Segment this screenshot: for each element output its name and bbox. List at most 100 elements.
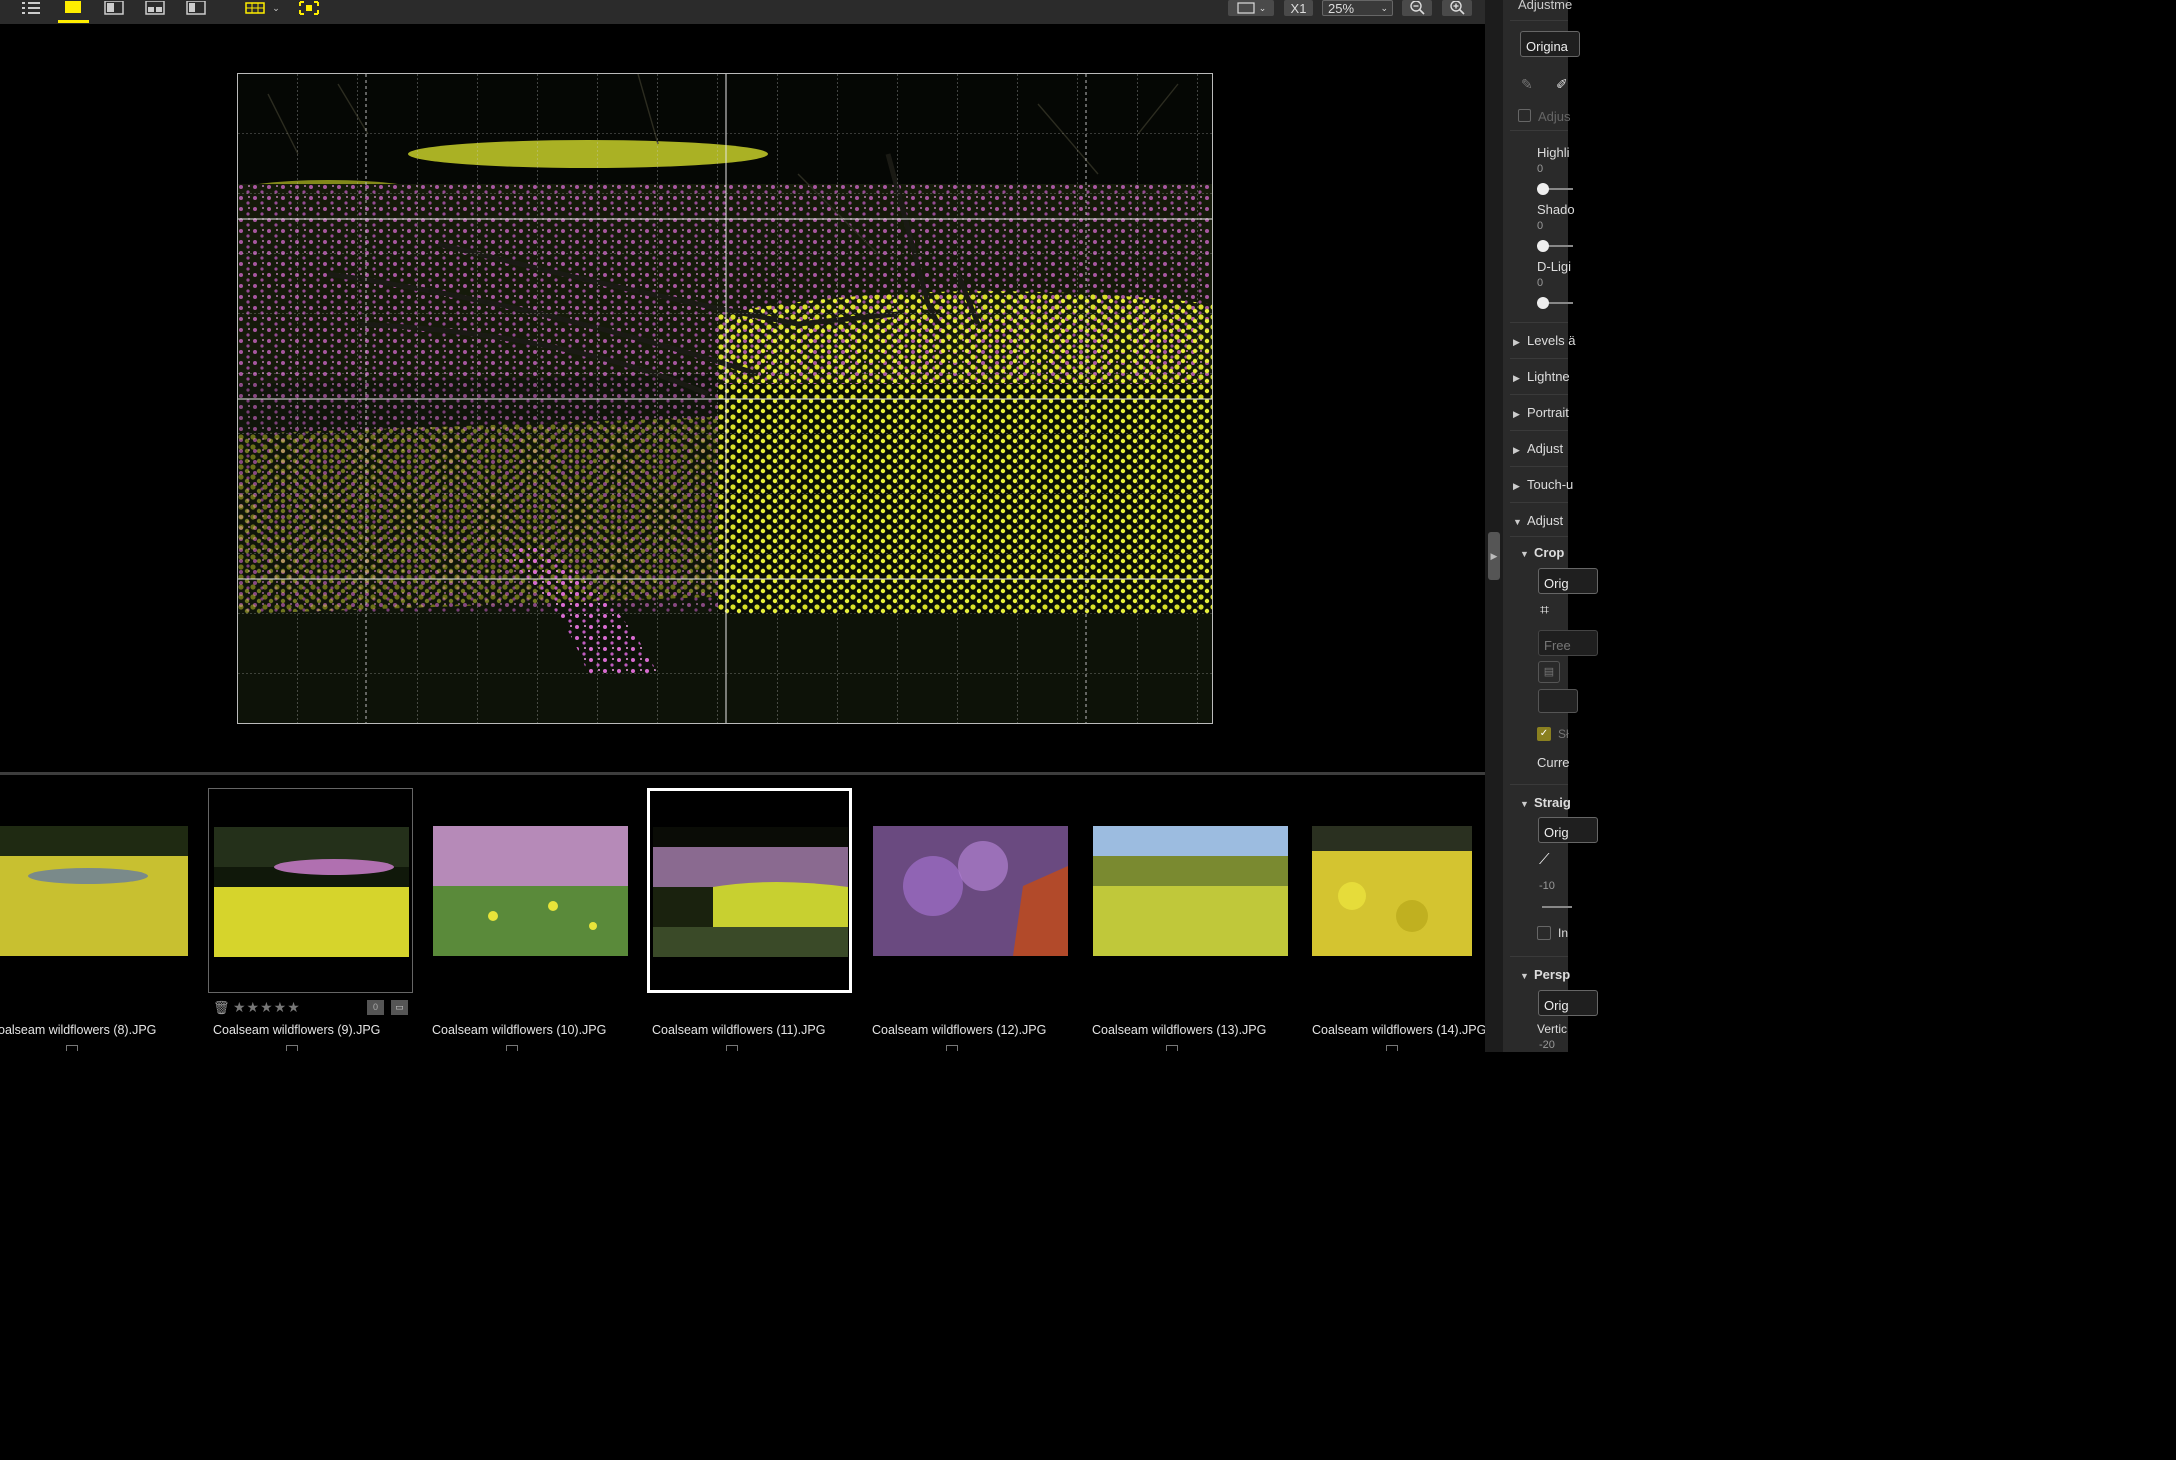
chevron-right-icon: ▶ xyxy=(1513,373,1520,383)
file-type-icon xyxy=(726,1045,738,1051)
adjust-checkbox[interactable] xyxy=(1518,109,1531,122)
section-levels[interactable]: ▶ Levels ä xyxy=(1513,333,1575,348)
panel-divider xyxy=(1510,466,1568,467)
chevron-down-icon: ▼ xyxy=(1520,799,1529,809)
thumbnail-image xyxy=(873,826,1068,956)
filmstrip-thumb[interactable] xyxy=(208,788,413,993)
filmstrip-thumb[interactable] xyxy=(1088,788,1293,993)
perspective-vertical-value: -20 xyxy=(1539,1039,1555,1051)
slider-label: Shado xyxy=(1537,202,1575,217)
preset-select[interactable]: Origina xyxy=(1520,31,1580,57)
panel-divider xyxy=(1510,322,1568,323)
thumbnail-image xyxy=(433,826,628,956)
single-image-view-icon[interactable] xyxy=(62,0,84,16)
straighten-slider-track[interactable] xyxy=(1542,906,1572,908)
filmstrip-thumb[interactable] xyxy=(868,788,1073,993)
panel-divider xyxy=(1510,358,1568,359)
zoom-out-button[interactable] xyxy=(1402,0,1432,16)
star-rating[interactable]: ★★★★★ xyxy=(233,999,301,1016)
panel-splitter[interactable]: ▶ xyxy=(1485,0,1503,1052)
focus-point-icon[interactable] xyxy=(298,0,320,16)
panel-divider xyxy=(1510,502,1568,503)
chevron-down-icon[interactable]: ⌄ xyxy=(270,0,282,16)
perspective-vertical-label: Vertic xyxy=(1537,1022,1568,1036)
crop-tool-icon[interactable]: ⌗ xyxy=(1540,602,1549,620)
zoom-in-button[interactable] xyxy=(1442,0,1472,16)
zoom-x1-button[interactable]: X1 xyxy=(1284,0,1313,16)
section-adjust[interactable]: ▶ Adjust xyxy=(1513,441,1563,456)
panel-divider xyxy=(1510,394,1568,395)
perspective-preset-select[interactable]: Orig xyxy=(1538,990,1598,1016)
crop-show-label: Sł xyxy=(1558,727,1569,741)
section-perspective[interactable]: ▼ Persp xyxy=(1520,967,1570,982)
slider-label: D-Ligi xyxy=(1537,259,1571,274)
chevron-right-icon: ▶ xyxy=(1513,409,1520,419)
section-lightness[interactable]: ▶ Lightne xyxy=(1513,369,1570,384)
chevron-right-icon: ▶ xyxy=(1513,337,1520,347)
trash-icon[interactable]: 🗑 xyxy=(213,1000,230,1016)
crop-save-icon[interactable]: ▤ xyxy=(1538,661,1560,683)
slider-value: 0 xyxy=(1537,163,1544,175)
straighten-checkbox[interactable] xyxy=(1537,926,1551,940)
section-crop[interactable]: ▼ Crop xyxy=(1520,545,1564,560)
slider-value: 0 xyxy=(1537,220,1544,232)
crop-apply-button[interactable] xyxy=(1538,689,1578,713)
brush-icon[interactable]: ✐ xyxy=(1556,76,1568,93)
section-label: Touch-u xyxy=(1527,477,1574,492)
list-view-icon[interactable] xyxy=(22,0,42,16)
filmstrip-thumb[interactable] xyxy=(428,788,633,993)
main-photo[interactable] xyxy=(237,73,1213,724)
top-toolbar: ⌄ ⌄ X1 25% ⌄ xyxy=(0,0,1485,24)
section-label: Levels ä xyxy=(1527,333,1576,348)
straighten-value: -10 xyxy=(1539,880,1555,892)
filmstrip-thumb-selected[interactable] xyxy=(647,788,852,993)
image-viewer[interactable] xyxy=(0,24,1485,772)
panel-divider xyxy=(1510,20,1568,21)
crop-show-checkbox[interactable]: ✓ xyxy=(1537,727,1551,741)
fit-to-screen-button[interactable]: ⌄ xyxy=(1228,0,1274,16)
section-label: Crop xyxy=(1534,545,1565,560)
section-label: Adjust xyxy=(1527,441,1564,456)
panel-title: Adjustme xyxy=(1518,0,1573,12)
shadows-slider-knob[interactable] xyxy=(1537,240,1549,252)
section-adjust-expanded[interactable]: ▼ Adjust xyxy=(1513,513,1563,528)
compare-view-icon[interactable] xyxy=(104,0,124,16)
thumbnail-image xyxy=(214,827,409,957)
slider-value: 0 xyxy=(1537,277,1544,289)
file-type-icon xyxy=(286,1045,298,1051)
file-type-icon xyxy=(1166,1045,1178,1051)
comment-icon[interactable]: ▭ xyxy=(391,1000,408,1015)
crop-preset-select[interactable]: Orig xyxy=(1538,568,1598,594)
highlights-slider-knob[interactable] xyxy=(1537,183,1549,195)
straighten-preset-select[interactable]: Orig xyxy=(1538,817,1598,843)
slider-label: Highli xyxy=(1537,145,1570,160)
rating-row: 🗑 ★★★★★ 0 ▭ xyxy=(213,999,409,1017)
thumb-filename: Coalseam wildflowers (14).JPG xyxy=(1312,1023,1485,1037)
before-after-icon[interactable] xyxy=(186,0,206,16)
filmstrip-thumb[interactable] xyxy=(1307,788,1485,993)
zoom-level-value: 25% xyxy=(1328,0,1355,16)
section-touch-up[interactable]: ▶ Touch-u xyxy=(1513,477,1573,492)
thumbnail-image xyxy=(653,827,848,957)
section-straighten[interactable]: ▼ Straig xyxy=(1520,795,1571,810)
d-lighting-slider-knob[interactable] xyxy=(1537,297,1549,309)
file-type-icon xyxy=(506,1045,518,1051)
zoom-level-select[interactable]: 25% ⌄ xyxy=(1322,0,1393,16)
grid-overlay-icon[interactable] xyxy=(245,0,265,16)
eyedropper-icon[interactable]: ✎ xyxy=(1521,76,1533,93)
section-portrait[interactable]: ▶ Portrait xyxy=(1513,405,1569,420)
crop-current-label: Curre xyxy=(1537,755,1570,770)
chevron-down-icon: ▼ xyxy=(1520,549,1529,559)
filmstrip-thumb[interactable] xyxy=(0,788,193,993)
straighten-tool-icon[interactable]: ⟋ xyxy=(1539,851,1550,868)
label-badge[interactable]: 0 xyxy=(367,1000,384,1015)
section-label: Portrait xyxy=(1527,405,1569,420)
panel-divider xyxy=(1510,536,1568,537)
section-label: Lightne xyxy=(1527,369,1570,384)
multi-view-icon[interactable] xyxy=(145,0,165,16)
section-label: Straig xyxy=(1534,795,1571,810)
crop-ratio-select[interactable]: Free xyxy=(1538,630,1598,656)
collapse-panel-handle[interactable]: ▶ xyxy=(1488,532,1500,580)
section-label: Persp xyxy=(1534,967,1571,982)
filmstrip: oalseam wildflowers (8).JPG 🗑 ★★★★★ 0 ▭ … xyxy=(0,775,1485,1052)
